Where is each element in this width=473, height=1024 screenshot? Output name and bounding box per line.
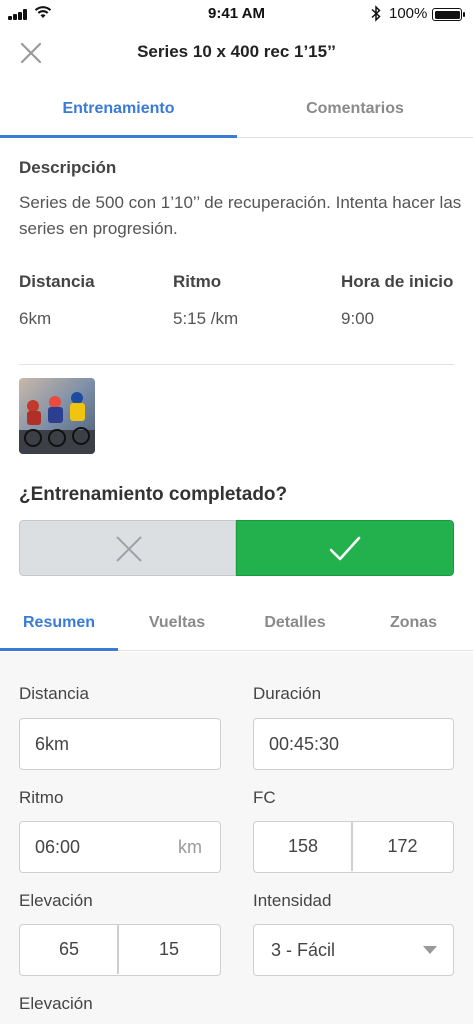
tab-zonas[interactable]: Zonas — [354, 600, 473, 651]
tab-resumen[interactable]: Resumen — [0, 600, 118, 651]
stat-value-distance: 6km — [19, 309, 52, 328]
tab-detalles[interactable]: Detalles — [236, 600, 354, 651]
elevation-loss-field[interactable]: 15 — [119, 925, 219, 974]
completed-button[interactable] — [236, 520, 454, 576]
battery-percent: 100% — [389, 5, 428, 22]
stat-label-start-time: Hora de inicio — [341, 272, 454, 291]
duration-label: Duración — [253, 684, 322, 703]
bluetooth-icon — [371, 5, 381, 22]
pace-value: 06:00 — [35, 837, 81, 857]
pace-unit: km — [178, 837, 202, 857]
hr-fields: 158 172 — [253, 821, 454, 873]
intensity-label: Intensidad — [253, 891, 332, 910]
hr-avg-field[interactable]: 158 — [254, 822, 352, 871]
elevation-label: Elevación — [19, 891, 93, 910]
x-icon — [116, 536, 142, 562]
distance-label: Distancia — [19, 684, 89, 703]
intensity-value: 3 - Fácil — [271, 940, 336, 960]
stat-value-pace: 5:15 /km — [173, 309, 239, 328]
top-tab-bar: Entrenamiento Comentarios — [0, 80, 473, 138]
distance-value: 6km — [35, 734, 70, 754]
page-title: Series 10 x 400 rec 1’15’’ — [137, 42, 336, 61]
status-bar: 9:41 AM 100% — [0, 0, 473, 28]
duration-field[interactable]: 00:45:30 — [253, 718, 454, 770]
tab-comentarios[interactable]: Comentarios — [237, 80, 473, 138]
hr-max-field[interactable]: 172 — [353, 822, 452, 871]
stat-label-distance: Distancia — [19, 272, 95, 291]
elevation-gain-field[interactable]: 65 — [20, 925, 118, 974]
completion-question: ¿Entrenamiento completado? — [19, 484, 288, 505]
header: Series 10 x 400 rec 1’15’’ — [0, 28, 473, 78]
chevron-down-icon — [423, 946, 437, 954]
hr-label: FC — [253, 788, 276, 807]
tab-vueltas[interactable]: Vueltas — [118, 600, 236, 651]
description-heading: Descripción — [19, 158, 117, 177]
pace-label: Ritmo — [19, 788, 64, 807]
summary-panel: Distancia Duración 6km 00:45:30 Ritmo FC… — [0, 652, 473, 1024]
not-completed-button[interactable] — [19, 520, 236, 576]
check-icon — [329, 536, 361, 561]
stat-label-pace: Ritmo — [173, 272, 222, 291]
elevation-fields: 65 15 — [19, 924, 221, 976]
completion-toggle — [19, 520, 454, 576]
distance-field[interactable]: 6km — [19, 718, 221, 770]
divider — [19, 364, 454, 365]
workout-photo[interactable] — [19, 378, 95, 454]
cyclists-photo — [19, 378, 95, 454]
summary-tab-bar: Resumen Vueltas Detalles Zonas — [0, 600, 473, 651]
duration-value: 00:45:30 — [269, 734, 340, 754]
tab-entrenamiento[interactable]: Entrenamiento — [0, 80, 237, 138]
battery-icon — [432, 8, 465, 21]
description-text: Series de 500 con 1’10’’ de recuperación… — [19, 193, 462, 238]
stat-value-start-time: 9:00 — [341, 309, 375, 328]
intensity-select[interactable]: 3 - Fácil — [253, 924, 454, 976]
pace-field[interactable]: 06:00 km — [19, 821, 221, 873]
elevation-label-2: Elevación — [19, 994, 93, 1013]
